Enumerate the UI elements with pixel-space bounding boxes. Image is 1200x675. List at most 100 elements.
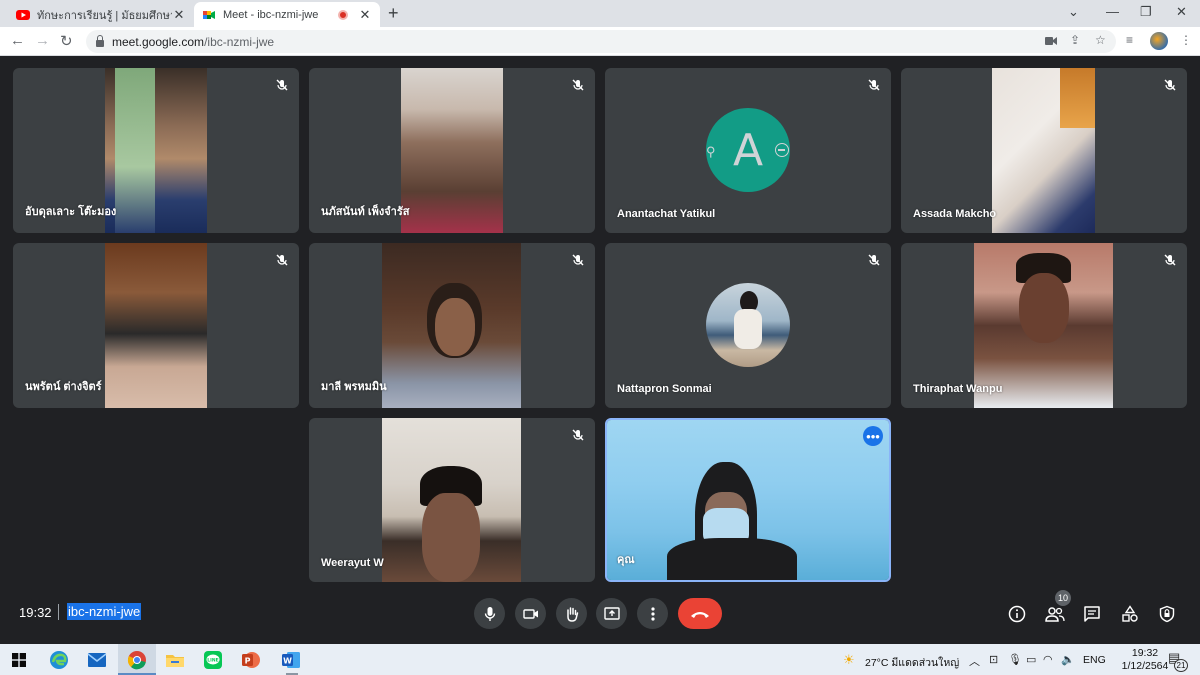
chrome-icon[interactable]	[126, 649, 148, 671]
tab-meet[interactable]: Meet - ibc-nzmi-jwe ✕	[194, 2, 380, 27]
avatar-letter: A	[732, 124, 764, 176]
line-app-icon[interactable]: LINE	[202, 649, 224, 671]
more-options-button[interactable]	[637, 598, 668, 629]
camera-button[interactable]	[515, 598, 546, 629]
chevron-up-icon[interactable]: ︿	[969, 653, 980, 669]
close-icon[interactable]: ✕	[172, 7, 186, 23]
input-language[interactable]: ENG	[1083, 654, 1106, 666]
reading-list-icon[interactable]: ≡	[1126, 33, 1133, 47]
windows-start-icon[interactable]	[8, 649, 30, 671]
participant-tile[interactable]: มาลี พรหมมิน	[309, 243, 595, 408]
self-view-tile[interactable]: ••• คุณ	[605, 418, 891, 582]
more-options-icon[interactable]: •••	[863, 426, 883, 446]
notification-count-badge: 21	[1174, 659, 1188, 672]
participant-name: Assada Makcho	[913, 208, 997, 220]
weather-text[interactable]: 27°C มีแดดส่วนใหญ่	[865, 654, 959, 671]
minimize-button[interactable]: —	[1106, 4, 1119, 19]
mic-off-icon	[868, 254, 880, 266]
participant-tile[interactable]: Assada Makcho	[901, 68, 1187, 233]
participant-count-badge: 10	[1055, 590, 1071, 606]
present-screen-button[interactable]	[596, 598, 627, 629]
hand-icon	[566, 606, 578, 622]
browser-tab-bar: ทักษะการเรียนรู้ | มัธยมศึกษาตอนต้น... ✕…	[0, 0, 1200, 27]
bookmark-star-icon[interactable]: ☆	[1095, 33, 1106, 47]
divider	[58, 604, 59, 620]
file-explorer-icon[interactable]	[164, 649, 186, 671]
camera-icon[interactable]	[1045, 36, 1057, 46]
close-window-button[interactable]: ✕	[1176, 4, 1187, 20]
participant-name: Nattapron Sonmai	[617, 383, 712, 395]
profile-avatar[interactable]	[1150, 32, 1168, 50]
google-meet-icon	[203, 10, 215, 19]
participant-video	[382, 418, 521, 582]
participant-tile[interactable]: นพรัตน์ ต่างจิตร์	[13, 243, 299, 408]
reload-button[interactable]: ↻	[60, 32, 73, 50]
participant-name: Thiraphat Wanpu	[913, 383, 1003, 395]
participant-video	[401, 68, 503, 233]
participant-video	[105, 243, 207, 408]
close-icon[interactable]: ✕	[358, 7, 372, 23]
meeting-details-icon[interactable]	[1006, 603, 1028, 625]
participant-tile[interactable]: A ⚲ Anantachat Yatikul	[605, 68, 891, 233]
mic-off-icon	[276, 79, 288, 91]
participant-name: นภัสนันท์ เพ็งจำรัส	[321, 206, 410, 218]
participant-name: นพรัตน์ ต่างจิตร์	[25, 381, 102, 393]
raise-hand-button[interactable]	[556, 598, 587, 629]
more-menu-icon[interactable]: ⋮	[1180, 33, 1192, 47]
remove-icon[interactable]	[775, 143, 789, 157]
restore-button[interactable]: ❐	[1140, 4, 1152, 20]
mic-off-icon	[572, 429, 584, 441]
participant-name: มาลี พรหมมิน	[321, 381, 387, 393]
participant-tile[interactable]: นภัสนันท์ เพ็งจำรัส	[309, 68, 595, 233]
mail-icon[interactable]	[86, 649, 108, 671]
edge-icon[interactable]	[48, 649, 70, 671]
participant-tile[interactable]: อับดุลเลาะ โต๊ะมอง	[13, 68, 299, 233]
youtube-icon	[16, 9, 30, 20]
forward-button[interactable]: →	[35, 32, 50, 49]
word-icon[interactable]: W	[280, 649, 302, 671]
tab-youtube[interactable]: ทักษะการเรียนรู้ | มัธยมศึกษาตอนต้น... ✕	[8, 2, 194, 27]
microphone-tray-icon[interactable]: 🎙	[1008, 653, 1022, 666]
more-vertical-icon	[650, 606, 655, 621]
windows-taskbar: LINE P W ☀ 27°C มีแดดส่วนใหญ่ ︿ ⊡ 🎙 ▭ ◠ …	[0, 644, 1200, 675]
mic-off-icon	[572, 254, 584, 266]
meeting-code[interactable]: ibc-nzmi-jwe	[67, 603, 142, 620]
chevron-down-icon[interactable]: ⌄	[1068, 4, 1079, 20]
host-controls-icon[interactable]	[1156, 603, 1178, 625]
present-icon	[603, 606, 620, 620]
meeting-time: 19:32	[19, 605, 52, 620]
pin-icon[interactable]: ⚲	[706, 144, 716, 160]
participant-video	[105, 68, 207, 233]
url-field[interactable]: meet.google.com/ibc-nzmi-jwe	[86, 30, 1116, 53]
participant-name: Anantachat Yatikul	[617, 208, 716, 220]
battery-icon[interactable]: ▭	[1026, 653, 1036, 666]
taskbar-time[interactable]: 19:32	[1121, 647, 1169, 659]
leave-call-button[interactable]	[678, 598, 722, 629]
participant-tile[interactable]: Thiraphat Wanpu	[901, 243, 1187, 408]
wifi-icon[interactable]: ◠	[1043, 653, 1053, 666]
participant-tile[interactable]: Weerayut W	[309, 418, 595, 582]
back-button[interactable]: ←	[10, 32, 25, 49]
microphone-button[interactable]	[474, 598, 505, 629]
svg-text:P: P	[245, 657, 251, 666]
new-tab-button[interactable]: +	[388, 3, 399, 24]
svg-text:LINE: LINE	[207, 658, 218, 664]
microphone-icon	[484, 606, 495, 621]
people-icon[interactable]	[1044, 603, 1066, 625]
participant-tile[interactable]: Nattapron Sonmai	[605, 243, 891, 408]
participant-video	[382, 243, 521, 408]
mic-off-icon	[572, 79, 584, 91]
recording-icon	[338, 9, 348, 20]
powerpoint-icon[interactable]: P	[240, 649, 262, 671]
weather-icon: ☀	[843, 652, 855, 667]
activities-icon[interactable]	[1119, 603, 1141, 625]
mic-off-icon	[1164, 79, 1176, 91]
participant-name: คุณ	[617, 554, 635, 566]
speaker-icon[interactable]: 🔈	[1061, 653, 1075, 666]
network-drive-icon[interactable]: ⊡	[989, 653, 998, 666]
mic-off-icon	[276, 254, 288, 266]
share-icon[interactable]: ⇪	[1070, 33, 1080, 47]
chat-icon[interactable]	[1081, 603, 1103, 625]
mic-off-icon	[868, 79, 880, 91]
participant-video	[992, 68, 1095, 233]
